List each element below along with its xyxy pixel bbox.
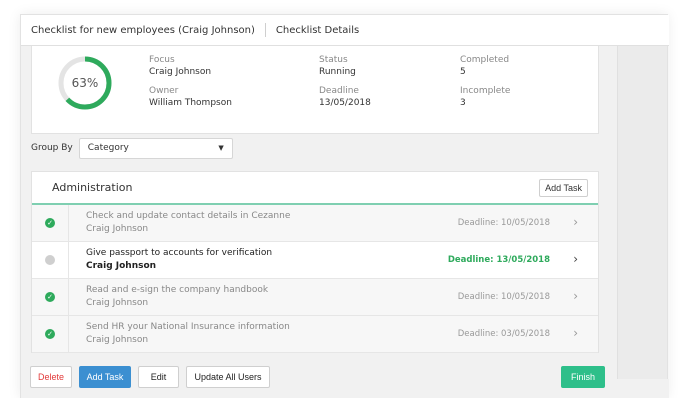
check-circle-icon: ✓ xyxy=(45,218,55,228)
check-circle-icon: ✓ xyxy=(45,329,55,339)
task-deadline: Deadline: 03/05/2018 xyxy=(457,329,550,339)
task-owner: Craig Johnson xyxy=(86,224,149,234)
delete-button[interactable]: Delete xyxy=(30,366,72,388)
task-title: Send HR your National Insurance informat… xyxy=(86,322,290,332)
category-add-task-button[interactable]: Add Task xyxy=(539,178,588,197)
checklist-title: Checklist for new employees (Craig Johns… xyxy=(31,24,255,36)
task-title: Read and e-sign the company handbook xyxy=(86,285,269,295)
task-status-cell: ✓ xyxy=(32,279,69,315)
focus-label: Focus xyxy=(149,55,175,65)
owner-field: Owner William Thompson xyxy=(149,85,232,109)
checklist-summary: 63% Focus Craig Johnson Owner William Th… xyxy=(31,46,599,134)
header-divider xyxy=(264,23,266,37)
panel-header: Checklist for new employees (Craig Johns… xyxy=(21,15,669,46)
completed-label: Completed xyxy=(460,55,510,65)
group-by-value: Category xyxy=(87,143,129,153)
task-text: Check and update contact details in Ceza… xyxy=(86,210,290,236)
task-row[interactable]: ✓ Check and update contact details in Ce… xyxy=(32,205,598,242)
task-row[interactable]: ✓ Read and e-sign the company handbook C… xyxy=(32,279,598,316)
deadline-label: Deadline xyxy=(319,86,359,96)
task-text: Read and e-sign the company handbook Cra… xyxy=(86,284,268,310)
task-row[interactable]: Give passport to accounts for verificati… xyxy=(32,242,598,279)
caret-down-icon: ▼ xyxy=(218,144,224,152)
category-card: Administration Add Task ✓ Check and upda… xyxy=(31,171,599,353)
status-field: Status Running xyxy=(319,54,356,78)
owner-value: William Thompson xyxy=(149,98,232,108)
checklist-panel: Checklist for new employees (Craig Johns… xyxy=(20,14,669,398)
chevron-right-icon[interactable]: › xyxy=(573,326,578,340)
task-text: Give passport to accounts for verificati… xyxy=(86,247,272,273)
incomplete-label: Incomplete xyxy=(460,86,511,96)
group-by-row: Group By Category ▼ xyxy=(31,137,233,159)
focus-field: Focus Craig Johnson xyxy=(149,54,211,78)
task-text: Send HR your National Insurance informat… xyxy=(86,321,290,347)
task-row[interactable]: ✓ Send HR your National Insurance inform… xyxy=(32,316,598,353)
task-deadline: Deadline: 10/05/2018 xyxy=(457,218,550,228)
status-value: Running xyxy=(319,67,356,77)
task-status-cell xyxy=(32,242,69,278)
status-label: Status xyxy=(319,55,348,65)
category-title: Administration xyxy=(52,181,133,194)
pending-circle-icon xyxy=(45,255,55,265)
group-by-select[interactable]: Category ▼ xyxy=(78,137,233,159)
task-owner: Craig Johnson xyxy=(86,261,157,271)
task-title: Check and update contact details in Ceza… xyxy=(86,211,291,221)
side-strip xyxy=(617,46,667,398)
finish-button[interactable]: Finish xyxy=(561,366,605,388)
deadline-field: Deadline 13/05/2018 xyxy=(319,85,371,109)
task-deadline: Deadline: 10/05/2018 xyxy=(457,292,550,302)
incomplete-value: 3 xyxy=(460,98,466,108)
task-status-cell: ✓ xyxy=(32,205,69,241)
task-deadline: Deadline: 13/05/2018 xyxy=(447,255,550,265)
focus-value: Craig Johnson xyxy=(149,67,212,77)
chevron-right-icon[interactable]: › xyxy=(573,252,578,266)
progress-percent: 63% xyxy=(71,76,99,90)
completed-value: 5 xyxy=(460,67,466,77)
check-circle-icon: ✓ xyxy=(45,292,55,302)
deadline-value: 13/05/2018 xyxy=(319,98,371,108)
chevron-right-icon[interactable]: › xyxy=(573,289,578,303)
edit-button[interactable]: Edit xyxy=(138,366,179,388)
add-task-button[interactable]: Add Task xyxy=(79,366,131,388)
update-all-users-button[interactable]: Update All Users xyxy=(186,366,270,388)
group-by-label: Group By xyxy=(31,143,73,153)
owner-label: Owner xyxy=(149,86,179,96)
task-status-cell: ✓ xyxy=(32,316,69,352)
task-title: Give passport to accounts for verificati… xyxy=(86,248,273,258)
category-header: Administration Add Task xyxy=(32,172,598,205)
incomplete-field: Incomplete 3 xyxy=(460,85,510,109)
task-owner: Craig Johnson xyxy=(86,298,149,308)
chevron-right-icon[interactable]: › xyxy=(573,215,578,229)
completed-field: Completed 5 xyxy=(460,54,509,78)
tab-checklist-details[interactable]: Checklist Details xyxy=(276,25,359,36)
task-owner: Craig Johnson xyxy=(86,335,149,345)
